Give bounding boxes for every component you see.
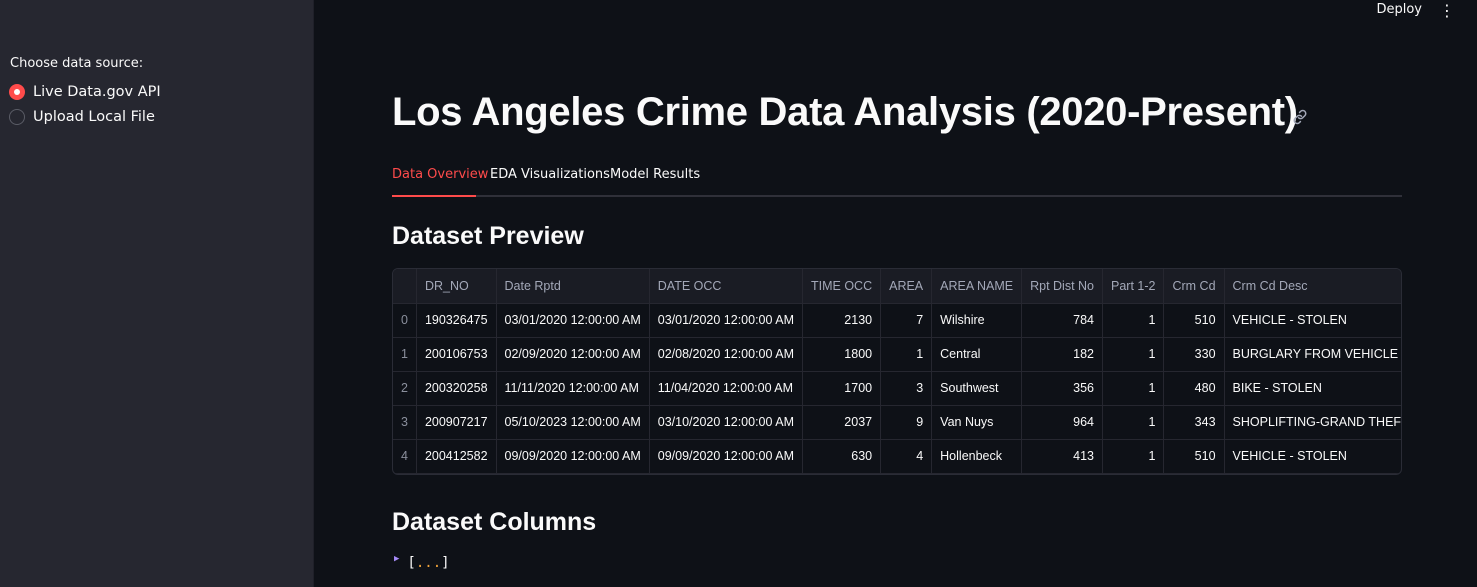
table-row: 0 190326475 03/01/2020 12:00:00 AM 03/01… (393, 303, 1401, 338)
column-header[interactable]: TIME OCC (802, 269, 882, 304)
table-cell[interactable]: 9 (880, 405, 933, 440)
row-index: 3 (393, 405, 417, 440)
tab-bar: Data Overview EDA Visualizations Model R… (392, 164, 1402, 197)
json-collapsed-dots: ... (415, 555, 442, 571)
dataset-preview-table[interactable]: DR_NO Date Rptd DATE OCC TIME OCC AREA A… (392, 268, 1402, 475)
table-cell[interactable]: BURGLARY FROM VEHICLE (1224, 337, 1401, 372)
table-cell[interactable]: BIKE - STOLEN (1224, 371, 1401, 406)
caret-right-icon[interactable]: ▶ (394, 554, 399, 564)
tab-model-results[interactable]: Model Results (610, 167, 700, 182)
table-cell[interactable]: VEHICLE - STOLEN (1224, 439, 1401, 474)
radio-option-label: Live Data.gov API (33, 84, 161, 100)
deploy-button[interactable]: Deploy (1376, 2, 1422, 17)
column-header[interactable]: Rpt Dist No (1021, 269, 1103, 304)
table-cell[interactable]: 480 (1163, 371, 1225, 406)
table-cell[interactable]: VEHICLE - STOLEN (1224, 303, 1401, 338)
table-cell[interactable]: 413 (1021, 439, 1103, 474)
table-cell[interactable]: 7 (880, 303, 933, 338)
table-cell[interactable]: SHOPLIFTING-GRAND THEFT ($ (1224, 405, 1401, 440)
tab-eda-visualizations[interactable]: EDA Visualizations (490, 167, 610, 182)
row-index: 4 (393, 439, 417, 474)
radio-live-data-api[interactable]: Live Data.gov API (9, 84, 161, 100)
radio-unselected-icon[interactable] (9, 109, 25, 125)
table-cell[interactable]: 02/09/2020 12:00:00 AM (496, 337, 650, 372)
column-header[interactable]: AREA NAME (931, 269, 1023, 304)
vertical-ellipsis-icon[interactable]: ⋮ (1439, 1, 1455, 20)
table-cell[interactable]: Wilshire (931, 303, 1023, 338)
table-cell[interactable]: Hollenbeck (931, 439, 1023, 474)
table-cell[interactable]: 1700 (802, 371, 882, 406)
sidebar: Choose data source: Live Data.gov API Up… (0, 0, 314, 587)
active-tab-indicator (392, 195, 476, 197)
table-row: 2 200320258 11/11/2020 12:00:00 AM 11/04… (393, 371, 1401, 406)
table-cell[interactable]: 356 (1021, 371, 1103, 406)
radio-upload-local-file[interactable]: Upload Local File (9, 109, 155, 125)
dataset-preview-heading: Dataset Preview (392, 222, 584, 250)
table-cell[interactable]: 05/10/2023 12:00:00 AM (496, 405, 650, 440)
column-header[interactable]: DR_NO (416, 269, 497, 304)
column-header[interactable]: Part 1-2 (1102, 269, 1165, 304)
table-cell[interactable]: 1 (1102, 303, 1165, 338)
column-header[interactable]: AREA (880, 269, 933, 304)
table-cell[interactable]: 510 (1163, 439, 1225, 474)
table-cell[interactable]: 510 (1163, 303, 1225, 338)
row-index: 0 (393, 303, 417, 338)
row-index: 1 (393, 337, 417, 372)
table-cell[interactable]: 3 (880, 371, 933, 406)
columns-json-expander[interactable]: ▶ [ ... ] (394, 554, 450, 571)
table-cell[interactable]: 1 (1102, 371, 1165, 406)
row-index: 2 (393, 371, 417, 406)
table-cell[interactable]: 1 (1102, 337, 1165, 372)
dataset-columns-heading: Dataset Columns (392, 508, 597, 536)
table-cell[interactable]: 630 (802, 439, 882, 474)
table-cell[interactable]: 964 (1021, 405, 1103, 440)
table-row: 1 200106753 02/09/2020 12:00:00 AM 02/08… (393, 337, 1401, 372)
table-cell[interactable]: 03/10/2020 12:00:00 AM (649, 405, 804, 440)
table-cell[interactable]: 200412582 (416, 439, 497, 474)
column-header[interactable] (393, 269, 417, 304)
table-cell[interactable]: 4 (880, 439, 933, 474)
table-cell[interactable]: Southwest (931, 371, 1023, 406)
column-header[interactable]: Date Rptd (496, 269, 650, 304)
table-cell[interactable]: 03/01/2020 12:00:00 AM (649, 303, 804, 338)
table-cell[interactable]: 190326475 (416, 303, 497, 338)
table-cell[interactable]: 2130 (802, 303, 882, 338)
column-header[interactable]: DATE OCC (649, 269, 804, 304)
table-cell[interactable]: 1800 (802, 337, 882, 372)
table-cell[interactable]: 2037 (802, 405, 882, 440)
table-cell[interactable]: 182 (1021, 337, 1103, 372)
table-cell[interactable]: 09/09/2020 12:00:00 AM (496, 439, 650, 474)
table-cell[interactable]: Central (931, 337, 1023, 372)
table-cell[interactable]: 1 (1102, 439, 1165, 474)
tab-data-overview[interactable]: Data Overview (392, 167, 488, 182)
table-cell[interactable]: 03/01/2020 12:00:00 AM (496, 303, 650, 338)
table-cell[interactable]: 200320258 (416, 371, 497, 406)
json-close-bracket: ] (441, 555, 450, 571)
table-row: 3 200907217 05/10/2023 12:00:00 AM 03/10… (393, 405, 1401, 440)
column-header[interactable]: Crm Cd (1163, 269, 1225, 304)
column-header[interactable]: Crm Cd Desc (1224, 269, 1401, 304)
radio-option-label: Upload Local File (33, 109, 155, 125)
main-content: Deploy ⋮ Los Angeles Crime Data Analysis… (314, 0, 1477, 587)
table-cell[interactable]: 02/08/2020 12:00:00 AM (649, 337, 804, 372)
table-cell[interactable]: 200907217 (416, 405, 497, 440)
table-cell[interactable]: Van Nuys (931, 405, 1023, 440)
table-cell[interactable]: 784 (1021, 303, 1103, 338)
json-open-bracket: [ (407, 555, 416, 571)
radio-selected-icon[interactable] (9, 84, 25, 100)
table-cell[interactable]: 11/04/2020 12:00:00 AM (649, 371, 804, 406)
table-cell[interactable]: 1 (880, 337, 933, 372)
table-cell[interactable]: 343 (1163, 405, 1225, 440)
table-header-row: DR_NO Date Rptd DATE OCC TIME OCC AREA A… (393, 269, 1401, 304)
page-title: Los Angeles Crime Data Analysis (2020-Pr… (392, 90, 1298, 134)
table-cell[interactable]: 11/11/2020 12:00:00 AM (496, 371, 650, 406)
table-cell[interactable]: 330 (1163, 337, 1225, 372)
table-cell[interactable]: 1 (1102, 405, 1165, 440)
table-row: 4 200412582 09/09/2020 12:00:00 AM 09/09… (393, 439, 1401, 474)
link-icon[interactable] (1291, 108, 1309, 126)
table-cell[interactable]: 09/09/2020 12:00:00 AM (649, 439, 804, 474)
table-cell[interactable]: 200106753 (416, 337, 497, 372)
data-source-label: Choose data source: (10, 56, 144, 71)
